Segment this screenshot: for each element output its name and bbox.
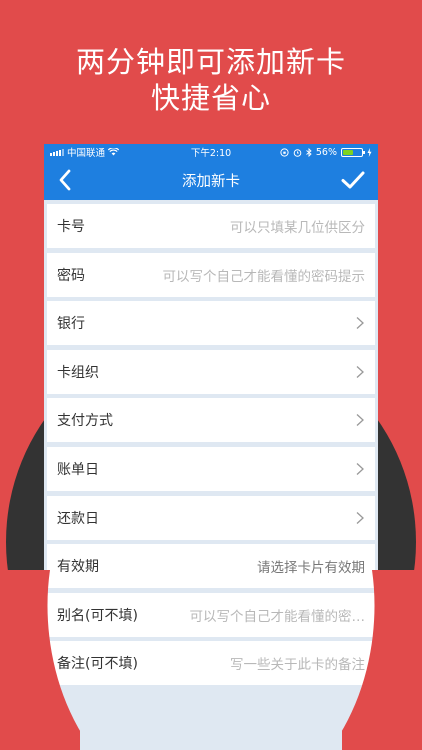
card-number-input[interactable]: 可以只填某几位供区分 (216, 216, 365, 236)
bank-label: 银行 (57, 316, 85, 333)
alias-input[interactable]: 可以写个自己才能看懂的密… (176, 605, 366, 625)
expiry-picker[interactable]: 请选择卡片有效期 (243, 556, 365, 576)
chevron-right-icon (356, 365, 364, 378)
repayment-day-label: 还款日 (57, 510, 99, 527)
alias-label: 别名(可不填) (57, 607, 138, 624)
payment-method-row[interactable]: 支付方式 (47, 398, 375, 443)
signal-icon (50, 148, 64, 156)
note-label: 备注(可不填) (57, 656, 138, 673)
expiry-row[interactable]: 有效期 请选择卡片有效期 (47, 544, 375, 589)
orientation-lock-icon (280, 147, 289, 157)
back-arrow-icon[interactable] (54, 168, 78, 192)
bank-row[interactable]: 银行 (47, 301, 375, 346)
chevron-right-icon (356, 414, 364, 427)
alias-row[interactable]: 别名(可不填) 可以写个自己才能看懂的密… (47, 592, 375, 637)
card-number-label: 卡号 (57, 219, 85, 235)
password-row[interactable]: 密码 可以写个自己才能看懂的密码提示 (47, 252, 375, 297)
card-form: 卡号 可以只填某几位供区分 密码 可以写个自己才能看懂的密码提示 银行 卡组织 … (44, 200, 378, 686)
chevron-right-icon (356, 317, 364, 330)
card-network-row[interactable]: 卡组织 (47, 349, 375, 394)
charging-icon (367, 147, 372, 157)
bluetooth-icon (306, 147, 312, 157)
note-row[interactable]: 备注(可不填) 写一些关于此卡的备注 (47, 641, 375, 686)
chevron-right-icon (356, 462, 364, 475)
page-title: 添加新卡 (182, 173, 240, 190)
checkmark-icon[interactable] (340, 168, 366, 192)
wifi-icon (108, 148, 120, 156)
phone-screen: 中国联通 下午2:10 56% 添加新卡 卡号 可以只填某几位供区分 密码 可以… (44, 144, 378, 750)
chevron-right-icon (356, 511, 364, 524)
password-label: 密码 (57, 267, 85, 284)
password-input[interactable]: 可以写个自己才能看懂的密码提示 (149, 265, 366, 285)
repayment-day-row[interactable]: 还款日 (47, 495, 375, 540)
promo-headline: 两分钟即可添加新卡 快捷省心 (0, 44, 422, 116)
expiry-label: 有效期 (57, 559, 99, 576)
payment-method-label: 支付方式 (57, 413, 113, 430)
status-bar: 中国联通 下午2:10 56% (44, 144, 378, 160)
card-network-label: 卡组织 (57, 364, 99, 381)
navigation-bar: 添加新卡 (44, 160, 378, 200)
card-number-row[interactable]: 卡号 可以只填某几位供区分 (47, 204, 375, 248)
headline-line-1: 两分钟即可添加新卡 (75, 45, 346, 79)
billing-day-row[interactable]: 账单日 (47, 446, 375, 491)
billing-day-label: 账单日 (57, 461, 99, 478)
note-input[interactable]: 写一些关于此卡的备注 (216, 653, 365, 673)
carrier-label: 中国联通 (67, 148, 106, 159)
alarm-icon (293, 148, 302, 157)
battery-icon (341, 147, 365, 157)
battery-percent: 56% (315, 146, 337, 158)
headline-line-2: 快捷省心 (150, 81, 271, 115)
